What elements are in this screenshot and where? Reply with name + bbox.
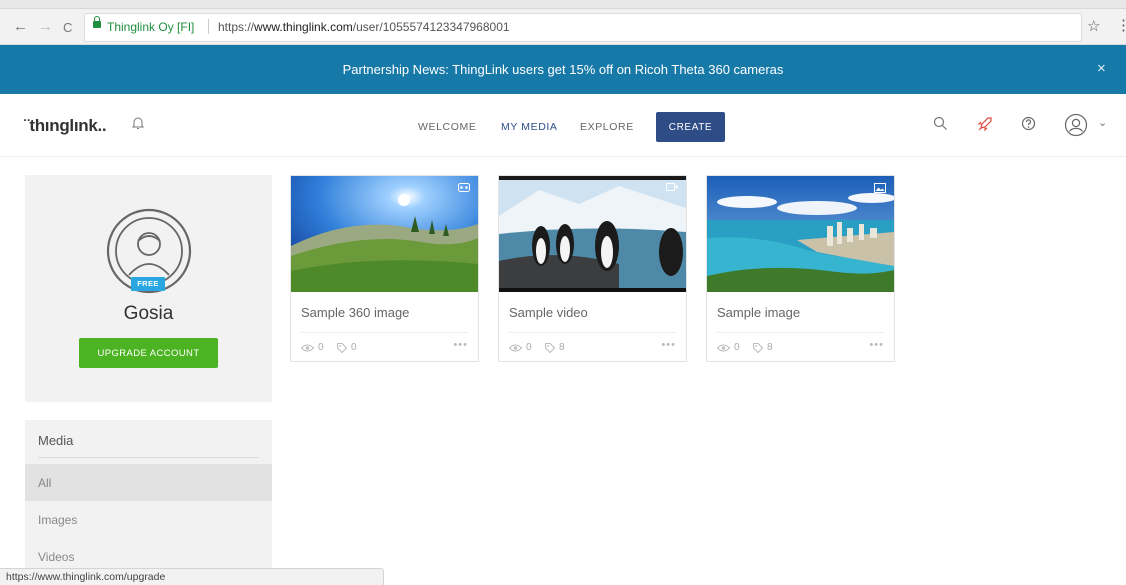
views-stat: 0: [301, 342, 324, 353]
tag-icon: [337, 342, 347, 353]
site-identity[interactable]: Thinglink Oy [FI]: [107, 20, 194, 34]
bell-icon[interactable]: [131, 116, 145, 130]
media-filter-images[interactable]: Images: [25, 501, 272, 538]
tags-stat: 8: [753, 342, 773, 353]
tags-stat: 8: [545, 342, 565, 353]
card-thumbnail[interactable]: [707, 176, 894, 292]
media-divider: [38, 457, 259, 458]
tags-count: 8: [559, 342, 565, 353]
media-filter-label: All: [38, 476, 52, 490]
eye-icon: [301, 344, 314, 351]
video-camera-icon: [666, 183, 678, 191]
eye-icon: [509, 344, 522, 351]
eye-icon: [717, 344, 730, 351]
coastline-image-thumbnail: [707, 176, 894, 292]
search-icon[interactable]: [933, 116, 948, 131]
card-title[interactable]: Sample video: [509, 305, 588, 320]
upgrade-account-button[interactable]: UPGRADE ACCOUNT: [79, 338, 218, 368]
media-filter-all[interactable]: All: [25, 464, 272, 501]
profile-card: FREE Gosia UPGRADE ACCOUNT: [25, 175, 272, 402]
views-stat: 0: [509, 342, 532, 353]
status-url: https://www.thinglink.com/upgrade: [6, 571, 166, 583]
lock-icon: [93, 16, 101, 28]
penguins-video-thumbnail: [499, 176, 686, 292]
media-card[interactable]: Sample video 0 8 •••: [498, 175, 687, 362]
card-thumbnail[interactable]: [499, 176, 686, 292]
vr-headset-icon: [458, 183, 470, 192]
bookmark-star-icon[interactable]: ☆: [1087, 17, 1100, 35]
card-title[interactable]: Sample 360 image: [301, 305, 409, 320]
browser-menu-icon[interactable]: ⋮: [1116, 16, 1126, 34]
thinglink-logo[interactable]: ¨thınglınk..: [24, 116, 107, 136]
banner-text[interactable]: Partnership News: ThingLink users get 15…: [0, 62, 1126, 77]
tag-icon: [545, 342, 555, 353]
omnibox-separator: [208, 19, 209, 34]
tab-strip: [0, 0, 1126, 9]
tag-icon: [753, 342, 763, 353]
tags-count: 8: [767, 342, 773, 353]
views-count: 0: [318, 342, 324, 353]
more-options-icon[interactable]: •••: [869, 339, 884, 351]
card-divider: [509, 332, 676, 333]
link-status-bubble: https://www.thinglink.com/upgrade: [0, 568, 384, 585]
media-card[interactable]: Sample image 0 8 •••: [706, 175, 895, 362]
close-icon[interactable]: ×: [1097, 60, 1106, 77]
card-divider: [301, 332, 468, 333]
url-host: www.thinglink.com: [254, 20, 353, 34]
url-text[interactable]: https://www.thinglink.com/user/105557412…: [218, 20, 510, 34]
media-card[interactable]: Sample 360 image 0 0 •••: [290, 175, 479, 362]
tags-count: 0: [351, 342, 357, 353]
card-divider: [717, 332, 884, 333]
card-title[interactable]: Sample image: [717, 305, 800, 320]
card-stats: 0 0 •••: [301, 339, 468, 354]
forward-icon[interactable]: →: [38, 19, 53, 35]
more-options-icon[interactable]: •••: [453, 339, 468, 351]
views-count: 0: [734, 342, 740, 353]
card-stats: 0 8 •••: [509, 339, 676, 354]
url-scheme: https://: [218, 20, 255, 34]
media-filter-panel: Media All Images Videos: [25, 420, 272, 584]
browser-toolbar: ← → C Thinglink Oy [FI] https://www.thin…: [0, 0, 1126, 45]
nav-my-media[interactable]: MY MEDIA: [501, 121, 558, 133]
profile-name: Gosia: [123, 303, 174, 324]
tags-stat: 0: [337, 342, 357, 353]
meadow-360-thumbnail: [291, 176, 478, 292]
chevron-down-icon[interactable]: ⌄: [1098, 116, 1107, 129]
card-stats: 0 8 •••: [717, 339, 884, 354]
create-button[interactable]: CREATE: [656, 112, 725, 142]
app-header: ¨thınglınk.. WELCOME MY MEDIA EXPLORE CR…: [0, 94, 1126, 157]
rocket-icon[interactable]: [977, 116, 993, 132]
url-path: /user/1055574123347968001: [352, 20, 510, 34]
nav-explore[interactable]: EXPLORE: [580, 121, 634, 133]
media-filter-label: Videos: [38, 550, 75, 564]
help-icon[interactable]: [1021, 116, 1036, 131]
card-thumbnail[interactable]: [291, 176, 478, 292]
views-stat: 0: [717, 342, 740, 353]
media-filter-label: Images: [38, 513, 78, 527]
partnership-banner: Partnership News: ThingLink users get 15…: [0, 45, 1126, 94]
address-bar[interactable]: Thinglink Oy [FI] https://www.thinglink.…: [84, 13, 1082, 42]
image-icon: [874, 183, 886, 193]
reload-icon[interactable]: C: [63, 20, 72, 36]
user-avatar-icon[interactable]: [1064, 113, 1088, 137]
back-icon[interactable]: ←: [13, 19, 28, 35]
nav-welcome[interactable]: WELCOME: [418, 121, 476, 133]
media-filter-title: Media: [38, 433, 74, 448]
more-options-icon[interactable]: •••: [661, 339, 676, 351]
free-plan-badge: FREE: [131, 277, 165, 291]
views-count: 0: [526, 342, 532, 353]
